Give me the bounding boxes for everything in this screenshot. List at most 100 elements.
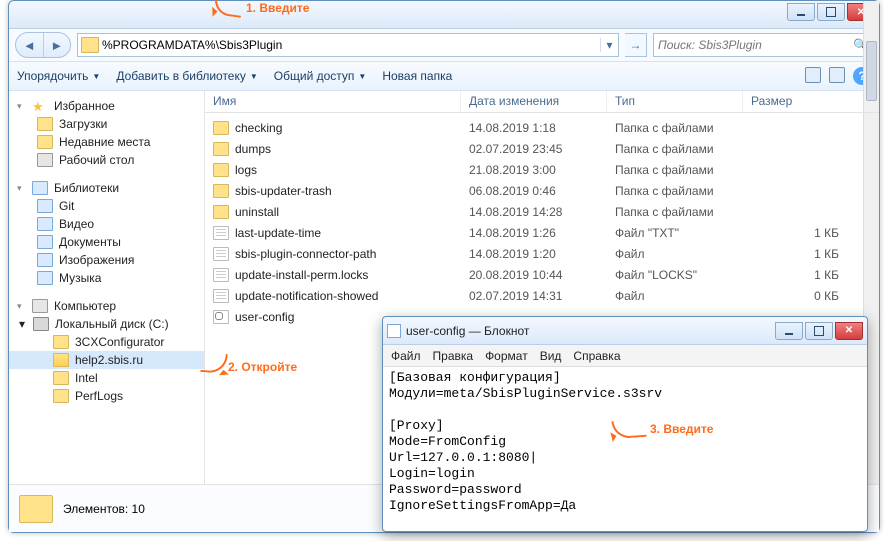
hdd-icon xyxy=(33,317,49,331)
col-type[interactable]: Тип xyxy=(607,91,743,112)
library-icon xyxy=(37,271,53,285)
file-row[interactable]: sbis-plugin-connector-path14.08.2019 1:2… xyxy=(205,243,879,264)
tree-item-music[interactable]: Музыка xyxy=(9,269,204,287)
tree-item-downloads[interactable]: Загрузки xyxy=(9,115,204,133)
file-name: update-notification-showed xyxy=(235,289,378,303)
file-row[interactable]: checking14.08.2019 1:18Папка с файлами xyxy=(205,117,879,138)
tree-item-intel[interactable]: Intel xyxy=(9,369,204,387)
menu-edit[interactable]: Правка xyxy=(433,349,474,363)
tree-label: PerfLogs xyxy=(75,389,123,403)
favorites-header[interactable]: ▾ ★ Избранное xyxy=(9,97,204,115)
notepad-title-text: user-config — Блокнот xyxy=(406,324,529,338)
newfolder-label: Новая папка xyxy=(382,69,452,83)
file-icon xyxy=(213,268,229,282)
new-folder-button[interactable]: Новая папка xyxy=(382,69,452,83)
file-name: uninstall xyxy=(235,205,279,219)
notepad-minimize-button[interactable] xyxy=(775,322,803,340)
libraries-label: Библиотеки xyxy=(54,181,119,195)
file-name: update-install-perm.locks xyxy=(235,268,368,282)
nav-back-button[interactable]: ◄ xyxy=(16,33,43,57)
share-menu[interactable]: Общий доступ▼ xyxy=(274,69,367,83)
folder-open-icon xyxy=(53,353,69,367)
search-box[interactable]: 🔍 xyxy=(653,33,873,57)
chevron-down-icon: ▼ xyxy=(358,72,366,81)
col-size[interactable]: Размер xyxy=(743,91,879,112)
tree-item-3cx[interactable]: 3CXConfigurator xyxy=(9,333,204,351)
notepad-close-button[interactable] xyxy=(835,322,863,340)
collapse-icon: ▾ xyxy=(17,101,26,112)
explorer-titlebar xyxy=(9,1,879,29)
file-row[interactable]: logs21.08.2019 3:00Папка с файлами xyxy=(205,159,879,180)
folder-icon xyxy=(81,37,99,53)
add-to-library-menu[interactable]: Добавить в библиотеку▼ xyxy=(116,69,257,83)
file-size: 1 КБ xyxy=(743,268,879,282)
file-date: 14.08.2019 1:18 xyxy=(461,121,607,135)
file-size: 1 КБ xyxy=(743,247,879,261)
file-date: 06.08.2019 0:46 xyxy=(461,184,607,198)
tree-item-images[interactable]: Изображения xyxy=(9,251,204,269)
tree-item-recent[interactable]: Недавние места xyxy=(9,133,204,151)
address-input[interactable] xyxy=(102,38,600,52)
col-date[interactable]: Дата изменения xyxy=(461,91,607,112)
file-row[interactable]: last-update-time14.08.2019 1:26Файл "TXT… xyxy=(205,222,879,243)
file-icon xyxy=(213,247,229,261)
tree-item-git[interactable]: Git xyxy=(9,197,204,215)
tree-label: Загрузки xyxy=(59,117,107,131)
file-row[interactable]: dumps02.07.2019 23:45Папка с файлами xyxy=(205,138,879,159)
preview-pane-icon[interactable] xyxy=(829,67,845,83)
tree-label: 3CXConfigurator xyxy=(75,335,164,349)
favorites-label: Избранное xyxy=(54,99,115,113)
libraries-header[interactable]: ▾ Библиотеки xyxy=(9,179,204,197)
notepad-window: user-config — Блокнот Файл Правка Формат… xyxy=(382,316,868,532)
file-row[interactable]: uninstall14.08.2019 14:28Папка с файлами xyxy=(205,201,879,222)
menu-format[interactable]: Формат xyxy=(485,349,528,363)
file-type: Файл xyxy=(607,289,743,303)
tree-item-desktop[interactable]: Рабочий стол xyxy=(9,151,204,169)
chevron-down-icon: ▼ xyxy=(92,72,100,81)
folder-icon xyxy=(53,371,69,385)
file-row[interactable]: update-notification-showed02.07.2019 14:… xyxy=(205,285,879,306)
library-icon xyxy=(37,217,53,231)
status-text: Элементов: 10 xyxy=(63,502,145,516)
toolbar-right: ? xyxy=(805,67,871,85)
star-icon: ★ xyxy=(32,99,48,113)
address-dropdown-icon[interactable]: ▾ xyxy=(600,38,618,52)
menu-file[interactable]: Файл xyxy=(391,349,421,363)
col-name[interactable]: Имя xyxy=(205,91,461,112)
notepad-window-buttons xyxy=(773,322,863,340)
tree-item-documents[interactable]: Документы xyxy=(9,233,204,251)
notepad-maximize-button[interactable] xyxy=(805,322,833,340)
notepad-content[interactable]: [Базовая конфигурация] Модули=meta/SbisP… xyxy=(383,367,867,517)
file-type: Папка с файлами xyxy=(607,121,743,135)
library-icon xyxy=(37,253,53,267)
file-date: 21.08.2019 3:00 xyxy=(461,163,607,177)
computer-header[interactable]: ▾Компьютер xyxy=(9,297,204,315)
file-row[interactable]: sbis-updater-trash06.08.2019 0:46Папка с… xyxy=(205,180,879,201)
folder-large-icon xyxy=(19,495,53,523)
organize-menu[interactable]: Упорядочить▼ xyxy=(17,69,100,83)
nav-back-forward: ◄ ► xyxy=(15,32,71,58)
nav-forward-button[interactable]: ► xyxy=(43,33,71,57)
tree-item-help2[interactable]: help2.sbis.ru xyxy=(9,351,204,369)
nav-tree: ▾ ★ Избранное Загрузки Недавние места Рабо… xyxy=(9,91,205,532)
tree-item-drive-c[interactable]: ▾Локальный диск (C:) xyxy=(9,315,204,333)
file-name: user-config xyxy=(235,310,294,324)
tree-item-video[interactable]: Видео xyxy=(9,215,204,233)
library-icon xyxy=(37,235,53,249)
file-name: last-update-time xyxy=(235,226,321,240)
view-options-icon[interactable] xyxy=(805,67,821,83)
file-date: 02.07.2019 23:45 xyxy=(461,142,607,156)
tree-label: Рабочий стол xyxy=(59,153,134,167)
go-refresh-button[interactable]: → xyxy=(625,33,647,57)
file-type: Файл "LOCKS" xyxy=(607,268,743,282)
collapse-icon: ▾ xyxy=(17,183,26,194)
menu-help[interactable]: Справка xyxy=(573,349,620,363)
menu-view[interactable]: Вид xyxy=(540,349,562,363)
minimize-button[interactable] xyxy=(787,3,815,21)
maximize-button[interactable] xyxy=(817,3,845,21)
tree-item-perflogs[interactable]: PerfLogs xyxy=(9,387,204,405)
address-bar[interactable]: ▾ xyxy=(77,33,619,57)
search-input[interactable] xyxy=(658,38,853,52)
file-row[interactable]: update-install-perm.locks20.08.2019 10:4… xyxy=(205,264,879,285)
library-icon xyxy=(37,199,53,213)
